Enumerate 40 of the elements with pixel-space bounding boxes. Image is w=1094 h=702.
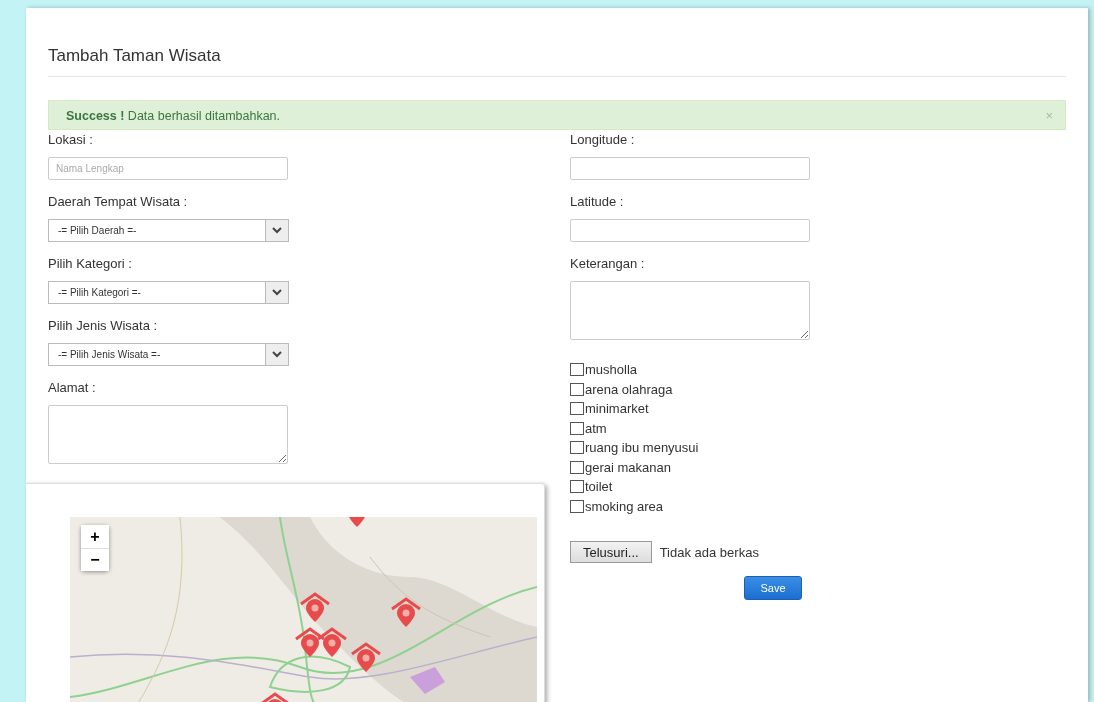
- chevron-down-icon: [272, 289, 282, 296]
- zoom-out-button[interactable]: −: [81, 548, 109, 571]
- dropdown[interactable]: -= Pilih Jenis Wisata =-: [48, 343, 289, 366]
- save-button[interactable]: Save: [744, 576, 802, 600]
- zoom-in-button[interactable]: +: [81, 525, 109, 548]
- browse-button[interactable]: Telusuri...: [570, 541, 652, 563]
- checkbox[interactable]: [570, 499, 584, 513]
- checkbox[interactable]: [570, 480, 584, 494]
- checkbox[interactable]: [570, 382, 584, 396]
- checkbox[interactable]: [570, 460, 584, 474]
- checkbox[interactable]: [570, 421, 584, 435]
- chevron-down-icon: [272, 227, 282, 234]
- field-label: Longitude :: [570, 132, 636, 147]
- file-status: Tidak ada berkas: [659, 544, 759, 560]
- field-label: Daerah Tempat Wisata :: [48, 194, 189, 209]
- page-title: Tambah Taman Wisata: [48, 46, 1066, 77]
- field-label: Pilih Jenis Wisata :: [48, 318, 159, 333]
- field-label: Alamat :: [48, 380, 97, 395]
- checkbox-label: atm: [585, 420, 607, 436]
- field-label: Latitude :: [570, 194, 625, 209]
- checkbox-label: minimarket: [585, 401, 649, 417]
- checkbox[interactable]: [570, 363, 584, 377]
- checkbox-label: arena olahraga: [585, 381, 673, 397]
- dropdown[interactable]: -= Pilih Daerah =-: [48, 219, 289, 242]
- alert-message: Success ! Data berhasil ditambahkan.: [66, 108, 281, 123]
- checkbox[interactable]: [570, 402, 584, 416]
- dropdown[interactable]: -= Pilih Kategori =-: [48, 281, 289, 304]
- text-field[interactable]: Nama Lengkap: [48, 157, 288, 180]
- checkbox-label: toilet: [585, 479, 613, 495]
- chevron-down-icon: [272, 351, 282, 358]
- field-label: Pilih Kategori :: [48, 256, 133, 271]
- checkbox[interactable]: [570, 441, 584, 455]
- text-field[interactable]: [570, 219, 810, 242]
- checkbox-label: musholla: [585, 362, 638, 378]
- checkbox-label: smoking area: [585, 498, 664, 514]
- checkbox-label: gerai makanan: [585, 459, 671, 475]
- field-label: Keterangan :: [570, 256, 646, 271]
- text-field[interactable]: [570, 157, 810, 180]
- checkbox-label: ruang ibu menyusui: [585, 440, 699, 456]
- field-label: Lokasi :: [48, 132, 94, 147]
